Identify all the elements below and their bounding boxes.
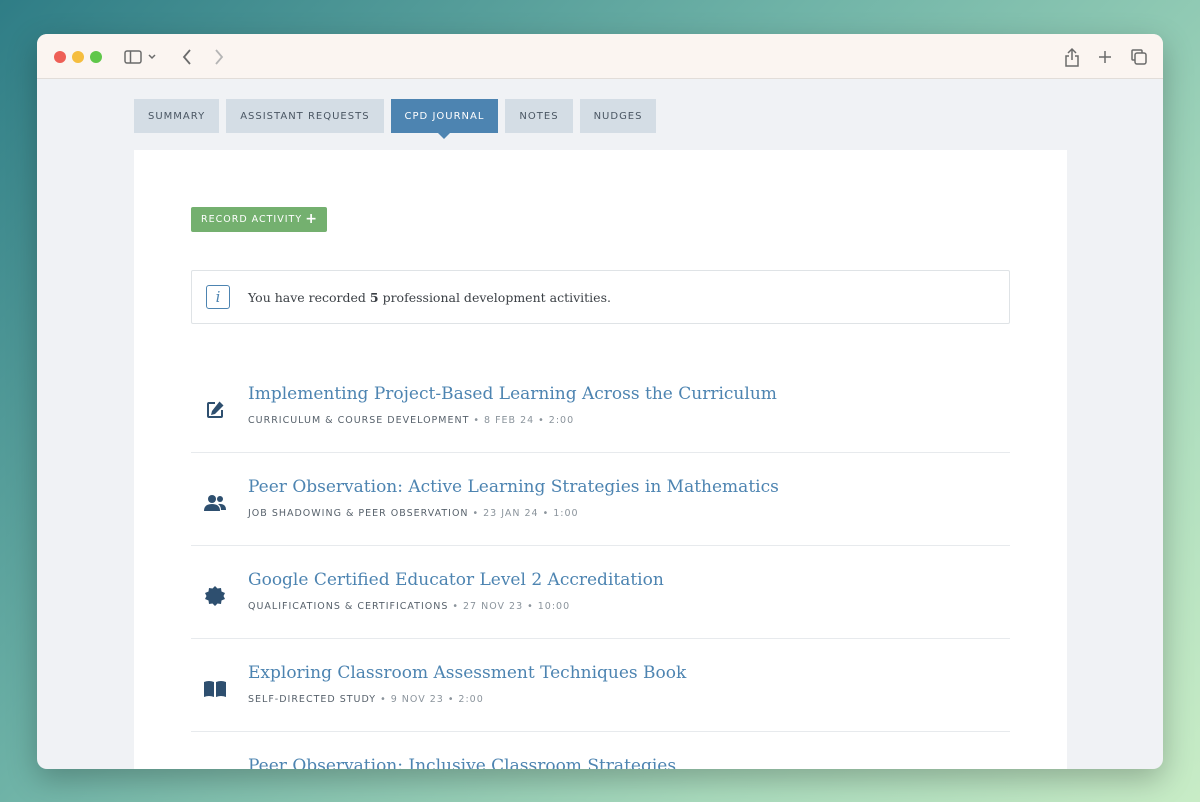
tab-notes[interactable]: NOTES: [505, 99, 573, 133]
activity-title[interactable]: Exploring Classroom Assessment Technique…: [248, 663, 686, 683]
activity-meta: QUALIFICATIONS & CERTIFICATIONS • 27 NOV 2…: [248, 601, 571, 612]
activity-date: 8 FEB 24: [484, 415, 535, 426]
list-item: Exploring Classroom Assessment Technique…: [191, 639, 1010, 732]
activity-duration: 1:00: [553, 508, 579, 519]
record-activity-label: RECORD ACTIVITY: [201, 214, 303, 225]
share-icon[interactable]: [1060, 45, 1084, 69]
sidebar-icon[interactable]: [121, 45, 145, 69]
title-bar: [37, 34, 1163, 79]
browser-window: SUMMARY ASSISTANT REQUESTS CPD JOURNAL N…: [37, 34, 1163, 769]
activity-title[interactable]: Peer Observation: Active Learning Strate…: [248, 477, 779, 497]
activity-title[interactable]: Implementing Project-Based Learning Acro…: [248, 384, 777, 404]
list-item: Peer Observation: Inclusive Classroom St…: [191, 732, 1010, 769]
tabs-overview-icon[interactable]: [1127, 45, 1151, 69]
activity-category: JOB SHADOWING & PEER OBSERVATION: [248, 508, 469, 519]
activity-meta: SELF-DIRECTED STUDY • 9 NOV 23 • 2:00: [248, 694, 484, 705]
info-icon: i: [206, 285, 230, 309]
activity-meta: CURRICULUM & COURSE DEVELOPMENT • 8 FEB 24…: [248, 415, 575, 426]
book-icon: [203, 677, 227, 701]
forward-icon[interactable]: [207, 45, 231, 69]
tab-summary[interactable]: SUMMARY: [134, 99, 220, 133]
certificate-icon: [203, 584, 227, 608]
activity-category: QUALIFICATIONS & CERTIFICATIONS: [248, 601, 449, 612]
tab-cpd-journal[interactable]: CPD JOURNAL: [390, 99, 499, 139]
chevron-down-icon[interactable]: [145, 45, 159, 69]
activity-date: 23 JAN 24: [483, 508, 539, 519]
new-tab-icon[interactable]: [1093, 45, 1117, 69]
activity-date: 27 NOV 23: [463, 601, 524, 612]
info-banner: i You have recorded 5 professional devel…: [191, 270, 1010, 324]
close-window-button[interactable]: [54, 51, 66, 63]
page-content: SUMMARY ASSISTANT REQUESTS CPD JOURNAL N…: [37, 80, 1163, 769]
activity-title[interactable]: Google Certified Educator Level 2 Accred…: [248, 570, 664, 590]
tab-bar: SUMMARY ASSISTANT REQUESTS CPD JOURNAL N…: [134, 99, 657, 139]
maximize-window-button[interactable]: [90, 51, 102, 63]
list-item: Peer Observation: Active Learning Strate…: [191, 453, 1010, 546]
edit-icon: [203, 398, 227, 422]
record-activity-button[interactable]: RECORD ACTIVITY +: [191, 207, 327, 232]
tab-assistant-requests[interactable]: ASSISTANT REQUESTS: [226, 99, 384, 133]
activity-date: 9 NOV 23: [390, 694, 444, 705]
info-message: You have recorded 5 professional develop…: [248, 289, 611, 305]
activity-title[interactable]: Peer Observation: Inclusive Classroom St…: [248, 756, 676, 769]
activity-duration: 10:00: [537, 601, 571, 612]
tab-nudges[interactable]: NUDGES: [579, 99, 657, 133]
minimize-window-button[interactable]: [72, 51, 84, 63]
activity-list: Implementing Project-Based Learning Acro…: [191, 360, 1010, 769]
activity-duration: 2:00: [548, 415, 575, 426]
plus-icon: +: [305, 211, 318, 227]
activity-count: 5: [369, 289, 379, 305]
activity-meta: JOB SHADOWING & PEER OBSERVATION • 23 JAN …: [248, 508, 579, 519]
activity-category: SELF-DIRECTED STUDY: [248, 694, 377, 705]
back-icon[interactable]: [175, 45, 199, 69]
cpd-journal-panel: RECORD ACTIVITY + i You have recorded 5 …: [134, 150, 1067, 769]
users-icon: [203, 491, 227, 515]
activity-category: CURRICULUM & COURSE DEVELOPMENT: [248, 415, 470, 426]
list-item: Google Certified Educator Level 2 Accred…: [191, 546, 1010, 639]
activity-duration: 2:00: [458, 694, 484, 705]
list-item: Implementing Project-Based Learning Acro…: [191, 360, 1010, 453]
